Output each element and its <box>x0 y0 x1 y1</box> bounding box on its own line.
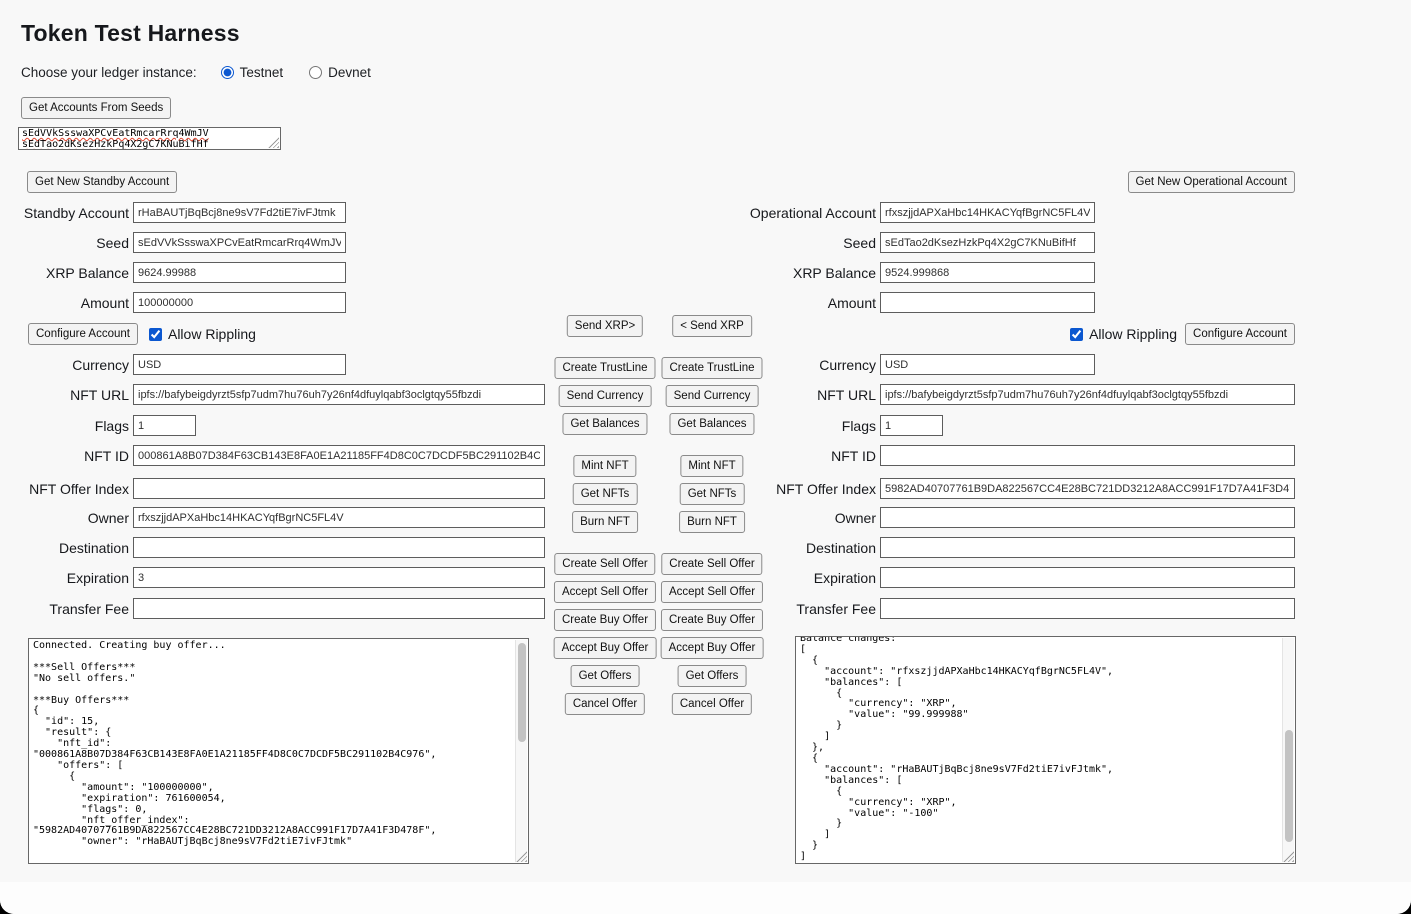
standby-expiration-input[interactable] <box>133 567 545 588</box>
standby-get-balances-button[interactable]: Get Balances <box>562 413 647 435</box>
operational-nft-id-row: NFT ID <box>640 445 1295 466</box>
standby-accept-buy-offer-button[interactable]: Accept Buy Offer <box>554 637 657 659</box>
ledger-prompt-label: Choose your ledger instance: <box>21 65 197 80</box>
op-cancel-offer-button[interactable]: Cancel Offer <box>672 693 752 715</box>
standby-flags-input[interactable] <box>133 415 196 436</box>
operational-destination-row: Destination <box>640 537 1295 558</box>
standby-nft-url-row: NFT URL <box>2 384 545 405</box>
standby-owner-input[interactable] <box>133 507 545 528</box>
operational-currency-input[interactable] <box>880 354 1095 375</box>
standby-transfer-fee-input[interactable] <box>133 598 545 619</box>
standby-destination-row: Destination <box>2 537 545 558</box>
devnet-radio[interactable] <box>309 66 322 79</box>
operational-expiration-row: Expiration <box>640 567 1295 588</box>
standby-xrp-balance-row: XRP Balance <box>2 262 346 283</box>
standby-currency-input[interactable] <box>133 354 346 375</box>
scrollbar-thumb[interactable] <box>1285 730 1293 842</box>
operational-owner-input[interactable] <box>880 507 1295 528</box>
operational-seed-input[interactable] <box>880 232 1095 253</box>
standby-amount-row: Amount <box>2 292 346 313</box>
standby-allow-rippling-checkbox[interactable] <box>149 328 162 341</box>
operational-currency-row: Currency <box>640 354 1095 375</box>
standby-seed-input[interactable] <box>133 232 346 253</box>
operational-xrp-balance-row: XRP Balance <box>640 262 1095 283</box>
operational-allow-rippling-checkbox[interactable] <box>1070 328 1083 341</box>
standby-configure-row: Configure Account Allow Rippling <box>28 323 256 345</box>
operational-transfer-fee-row: Transfer Fee <box>640 598 1295 619</box>
standby-destination-input[interactable] <box>133 537 545 558</box>
get-new-operational-account-button[interactable]: Get New Operational Account <box>1128 171 1296 193</box>
standby-configure-account-button[interactable]: Configure Account <box>28 323 138 345</box>
standby-send-currency-button[interactable]: Send Currency <box>559 385 652 407</box>
standby-burn-nft-button[interactable]: Burn NFT <box>572 511 638 533</box>
operational-configure-row: Allow Rippling Configure Account <box>1070 323 1295 345</box>
get-new-standby-account-button[interactable]: Get New Standby Account <box>27 171 177 193</box>
operational-results-textarea[interactable]: Balance changes: [ { "account": "rfxszjj… <box>795 636 1296 864</box>
operational-flags-input[interactable] <box>880 415 943 436</box>
standby-expiration-row: Expiration <box>2 567 545 588</box>
scrollbar-thumb[interactable] <box>518 643 526 742</box>
operational-owner-row: Owner <box>640 507 1295 528</box>
standby-get-offers-button[interactable]: Get Offers <box>571 665 640 687</box>
testnet-radio-label[interactable]: Testnet <box>240 65 284 80</box>
standby-flags-row: Flags <box>2 415 196 436</box>
operational-nft-url-input[interactable] <box>880 384 1295 405</box>
standby-account-input[interactable] <box>133 202 346 223</box>
standby-results-text: Connected. Creating buy offer... ***Sell… <box>29 639 528 850</box>
testnet-radio[interactable] <box>221 66 234 79</box>
operational-configure-account-button[interactable]: Configure Account <box>1185 323 1295 345</box>
standby-owner-row: Owner <box>2 507 545 528</box>
op-get-offers-button[interactable]: Get Offers <box>678 665 747 687</box>
standby-allow-rippling-label[interactable]: Allow Rippling <box>168 326 256 342</box>
standby-amount-input[interactable] <box>133 292 346 313</box>
bottom-strip <box>0 882 1411 914</box>
operational-seed-row: Seed <box>640 232 1095 253</box>
operational-account-input[interactable] <box>880 202 1095 223</box>
devnet-radio-label[interactable]: Devnet <box>328 65 371 80</box>
operational-amount-input[interactable] <box>880 292 1095 313</box>
operational-amount-row: Amount <box>640 292 1095 313</box>
standby-currency-row: Currency <box>2 354 346 375</box>
operational-flags-row: Flags <box>640 415 943 436</box>
operational-nft-url-row: NFT URL <box>640 384 1295 405</box>
page-title: Token Test Harness <box>21 20 240 47</box>
standby-transfer-fee-row: Transfer Fee <box>2 598 545 619</box>
op-send-xrp-button[interactable]: < Send XRP <box>672 315 752 337</box>
scrollbar[interactable] <box>1282 638 1294 862</box>
ledger-instance-chooser: Choose your ledger instance: Testnet Dev… <box>21 63 397 81</box>
standby-account-row: Standby Account <box>2 202 346 223</box>
operational-nft-offer-index-row: NFT Offer Index <box>640 478 1295 499</box>
operational-xrp-balance-input[interactable] <box>880 262 1095 283</box>
get-accounts-from-seeds-button[interactable]: Get Accounts From Seeds <box>21 97 171 119</box>
operational-transfer-fee-input[interactable] <box>880 598 1295 619</box>
op-accept-buy-offer-button[interactable]: Accept Buy Offer <box>661 637 764 659</box>
standby-nft-url-input[interactable] <box>133 384 545 405</box>
standby-seed-row: Seed <box>2 232 346 253</box>
standby-results-textarea[interactable]: Connected. Creating buy offer... ***Sell… <box>28 638 529 864</box>
standby-nft-id-input[interactable] <box>133 445 545 466</box>
operational-destination-input[interactable] <box>880 537 1295 558</box>
standby-mint-nft-button[interactable]: Mint NFT <box>573 455 636 477</box>
operational-results-text: Balance changes: [ { "account": "rfxszjj… <box>796 636 1295 864</box>
standby-cancel-offer-button[interactable]: Cancel Offer <box>565 693 645 715</box>
operational-nft-id-input[interactable] <box>880 445 1295 466</box>
token-test-harness-page: Token Test Harness Choose your ledger in… <box>0 0 1411 914</box>
standby-nft-id-row: NFT ID <box>2 445 545 466</box>
standby-nft-offer-index-row: NFT Offer Index <box>2 478 545 499</box>
seeds-textarea[interactable]: sEdVVkSsswaXPCvEatRmcarRrq4WmJV sEdTao2d… <box>18 127 281 150</box>
standby-send-xrp-button[interactable]: Send XRP> <box>567 315 643 337</box>
seed-line: sEdTao2dKsezHzkPq4X2gC7KNuBifHf <box>22 140 277 150</box>
standby-xrp-balance-input[interactable] <box>133 262 346 283</box>
scrollbar[interactable] <box>515 640 527 862</box>
operational-nft-offer-index-input[interactable] <box>880 478 1295 499</box>
operational-account-row: Operational Account <box>640 202 1095 223</box>
operational-expiration-input[interactable] <box>880 567 1295 588</box>
operational-allow-rippling-label[interactable]: Allow Rippling <box>1089 326 1177 342</box>
standby-get-nfts-button[interactable]: Get NFTs <box>573 483 638 505</box>
standby-nft-offer-index-input[interactable] <box>133 478 545 499</box>
